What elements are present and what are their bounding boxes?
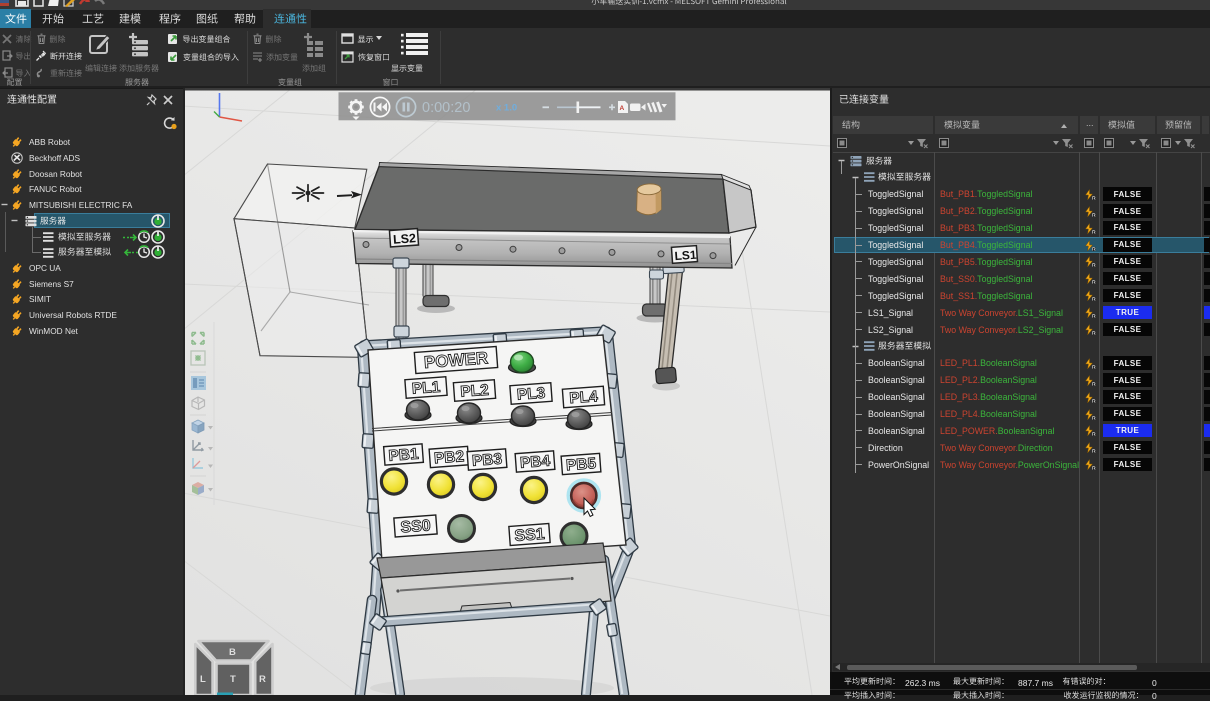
svg-text:PB3: PB3 [471,451,503,470]
svg-text:x 1.0: x 1.0 [496,103,517,114]
svg-text:SS0: SS0 [400,517,432,536]
svg-text:B: B [229,647,236,658]
svg-text:T: T [230,674,236,685]
svg-text:LS1: LS1 [674,248,697,264]
svg-text:PL2: PL2 [460,382,490,401]
svg-text:PB2: PB2 [433,448,464,467]
svg-text:A: A [620,105,625,112]
svg-text:R: R [259,674,266,685]
svg-text:PB4: PB4 [519,453,551,472]
svg-text:0:00:20: 0:00:20 [422,100,470,116]
svg-text:L: L [200,674,206,685]
svg-text:PL4: PL4 [569,388,599,407]
svg-text:PB1: PB1 [388,446,420,465]
svg-text:SS1: SS1 [514,526,546,545]
svg-text:LS2: LS2 [393,231,417,247]
svg-text:PL3: PL3 [516,385,546,404]
svg-text:PB5: PB5 [565,455,597,474]
svg-text:PL1: PL1 [411,379,441,398]
